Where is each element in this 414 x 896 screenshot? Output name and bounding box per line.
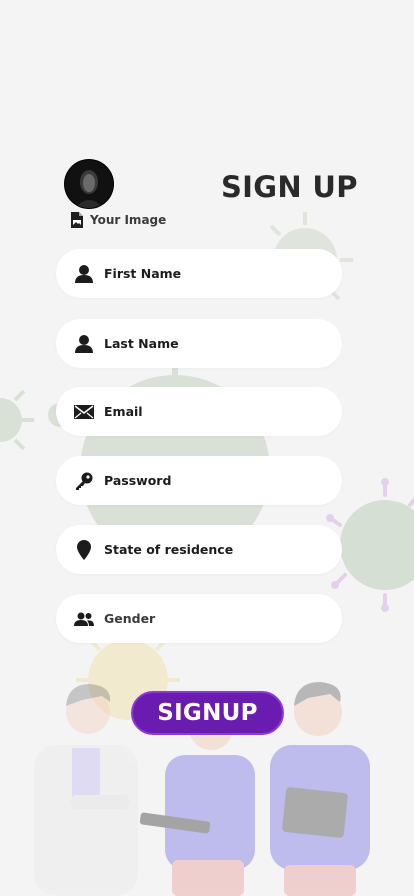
- image-file-icon: [71, 212, 83, 228]
- password-field[interactable]: Password: [56, 456, 342, 505]
- virus-illustration-left: [0, 389, 34, 451]
- user-icon: [74, 334, 94, 354]
- page-title: SIGN UP: [221, 170, 358, 204]
- gender-label: Gender: [104, 611, 156, 626]
- user-icon: [74, 264, 94, 284]
- users-icon: [74, 609, 94, 629]
- state-of-residence-label: State of residence: [104, 542, 234, 557]
- email-field[interactable]: Email: [56, 387, 342, 436]
- map-pin-icon: [74, 539, 94, 560]
- password-label: Password: [104, 473, 172, 488]
- avatar-portrait: [65, 160, 113, 208]
- envelope-icon: [74, 402, 94, 422]
- gender-field[interactable]: Gender: [56, 594, 342, 643]
- avatar[interactable]: [65, 160, 113, 208]
- first-name-label: First Name: [104, 266, 182, 281]
- background-illustration: [0, 212, 414, 896]
- key-icon: [74, 471, 94, 491]
- nurse-illustration-right: [270, 682, 370, 896]
- last-name-label: Last Name: [104, 336, 179, 351]
- state-of-residence-field[interactable]: State of residence: [56, 525, 342, 574]
- avatar-label: Your Image: [90, 213, 167, 227]
- signup-button[interactable]: SIGNUP: [131, 691, 284, 735]
- first-name-field[interactable]: First Name: [56, 249, 342, 298]
- email-label: Email: [104, 404, 143, 419]
- last-name-field[interactable]: Last Name: [56, 319, 342, 368]
- avatar-upload-link[interactable]: Your Image: [70, 212, 166, 228]
